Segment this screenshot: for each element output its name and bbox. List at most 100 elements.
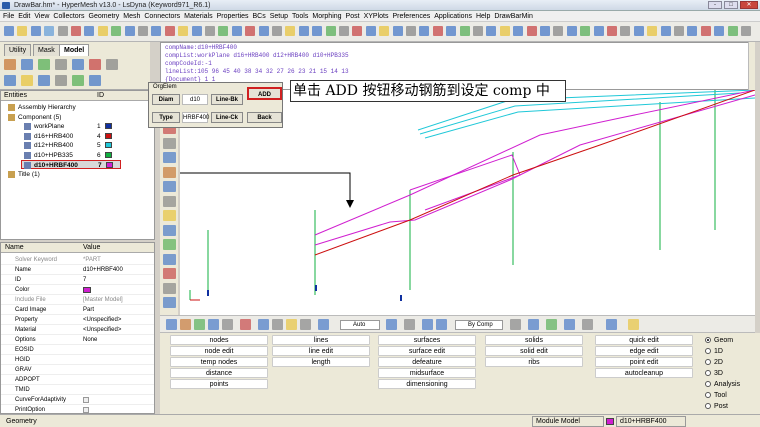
tab-utility[interactable]: Utility: [4, 44, 32, 56]
toolbar-tool-icon[interactable]: [419, 26, 430, 36]
view-tool-icon[interactable]: [163, 195, 176, 207]
page-radio-analysis[interactable]: Analysis: [705, 380, 740, 389]
view-tool-icon[interactable]: [163, 253, 176, 265]
view-tool-icon[interactable]: [163, 152, 176, 163]
maximize-button[interactable]: □: [724, 1, 738, 9]
tab-model[interactable]: Model: [59, 44, 90, 56]
display-tool-icon[interactable]: [436, 319, 447, 330]
display-tool-icon[interactable]: [180, 319, 191, 330]
menu-xyplots[interactable]: XYPlots: [364, 11, 393, 21]
toolbar-tool-icon[interactable]: [580, 26, 591, 36]
tree-item[interactable]: Assembly Hierarchy: [1, 103, 151, 112]
tab-mask[interactable]: Mask: [33, 44, 60, 56]
page-radio-2d[interactable]: 2D: [705, 358, 723, 367]
menu-post[interactable]: Post: [346, 11, 364, 21]
property-row[interactable]: Property <Unspecified>: [1, 315, 154, 325]
toolbar-tool-icon[interactable]: [57, 26, 68, 36]
view-tool-icon[interactable]: [163, 239, 176, 250]
page-radio-post[interactable]: Post: [705, 402, 728, 411]
property-row[interactable]: Color: [1, 285, 154, 295]
browser-tool-icon[interactable]: [89, 59, 101, 70]
toolbar-tool-icon[interactable]: [687, 26, 698, 36]
display-tool-icon[interactable]: [386, 319, 397, 330]
property-row[interactable]: Include File [Master Model]: [1, 295, 154, 305]
display-tool-icon[interactable]: [166, 319, 177, 330]
component-color-swatch[interactable]: [105, 123, 112, 129]
display-tool-icon[interactable]: [222, 319, 233, 330]
view-tool-icon[interactable]: [163, 137, 176, 149]
toolbar-tool-icon[interactable]: [473, 26, 483, 36]
browser-tool-icon[interactable]: [4, 59, 16, 70]
menu-bcs[interactable]: BCs: [252, 11, 269, 21]
toolbar-tool-icon[interactable]: [741, 26, 751, 36]
toolbar-tool-icon[interactable]: [660, 26, 671, 36]
display-tool-icon[interactable]: [194, 319, 205, 330]
browser-tool-icon[interactable]: [55, 59, 67, 70]
toolbar-tool-icon[interactable]: [446, 26, 457, 36]
tree-item[interactable]: workPlane 1: [1, 122, 151, 131]
menu-drawbarmin[interactable]: DrawBarMin: [494, 11, 537, 21]
toolbar-tool-icon[interactable]: [84, 26, 95, 36]
panel-distance-button[interactable]: distance: [170, 368, 268, 378]
tree-item[interactable]: Title (1): [1, 170, 151, 179]
browser-tool-icon[interactable]: [4, 75, 16, 86]
toolbar-tool-icon[interactable]: [124, 26, 135, 36]
property-row[interactable]: GRAV: [1, 365, 154, 375]
property-row[interactable]: EOSID: [1, 345, 154, 355]
browser-tool-icon[interactable]: [89, 75, 101, 86]
menu-edit[interactable]: Edit: [18, 11, 34, 21]
property-row[interactable]: TMID: [1, 385, 154, 395]
browser-tool-icon[interactable]: [38, 59, 50, 70]
display-tool-icon[interactable]: [258, 319, 269, 330]
browser-tool-icon[interactable]: [72, 59, 84, 70]
option-checkbox[interactable]: [83, 407, 89, 413]
panel-node-edit-button[interactable]: node edit: [170, 346, 268, 356]
toolbar-tool-icon[interactable]: [499, 26, 510, 36]
toolbar-tool-icon[interactable]: [245, 26, 256, 36]
display-tool-icon[interactable]: [628, 319, 639, 330]
panel-defeature-button[interactable]: defeature: [378, 357, 476, 367]
component-color-swatch[interactable]: [105, 142, 112, 148]
panel-length-button[interactable]: length: [272, 357, 370, 367]
toolbar-tool-icon[interactable]: [164, 26, 175, 36]
property-row[interactable]: Name d10+HRBF400: [1, 265, 154, 275]
panel-edge-edit-button[interactable]: edge edit: [595, 346, 693, 356]
toolbar-tool-icon[interactable]: [218, 26, 229, 36]
view-tool-icon[interactable]: [163, 210, 176, 221]
browser-tool-icon[interactable]: [55, 75, 67, 86]
view-tool-icon[interactable]: [163, 181, 176, 192]
page-radio-tool[interactable]: Tool: [705, 391, 727, 400]
command-scrollbar[interactable]: [748, 42, 755, 90]
display-tool-icon[interactable]: [422, 319, 433, 330]
toolbar-tool-icon[interactable]: [727, 26, 738, 36]
toolbar-tool-icon[interactable]: [352, 26, 363, 36]
panel-surface-edit-button[interactable]: surface edit: [378, 346, 476, 356]
display-tool-icon[interactable]: [564, 319, 575, 330]
toolbar-tool-icon[interactable]: [513, 26, 524, 36]
view-tool-icon[interactable]: [163, 282, 176, 294]
toolbar-tool-icon[interactable]: [459, 26, 470, 36]
browser-tool-icon[interactable]: [21, 59, 33, 70]
menu-help[interactable]: Help: [476, 11, 494, 21]
browser-tool-icon[interactable]: [21, 75, 33, 86]
browser-tool-icon[interactable]: [38, 75, 50, 86]
toolbar-tool-icon[interactable]: [178, 26, 189, 36]
toolbar-tool-icon[interactable]: [44, 26, 55, 36]
toolbar-tool-icon[interactable]: [30, 26, 41, 36]
property-row[interactable]: Material <Unspecified>: [1, 325, 154, 335]
menu-file[interactable]: File: [3, 11, 18, 21]
property-row[interactable]: ID 7: [1, 275, 154, 285]
panel-nodes-button[interactable]: nodes: [170, 335, 268, 345]
page-radio-3d[interactable]: 3D: [705, 369, 723, 378]
bycomp-select[interactable]: By Comp: [455, 320, 503, 330]
toolbar-tool-icon[interactable]: [17, 26, 28, 36]
page-radio-geom[interactable]: Geom: [705, 336, 733, 345]
display-tool-icon[interactable]: [546, 319, 557, 330]
browser-tool-icon[interactable]: [106, 59, 118, 70]
toolbar-tool-icon[interactable]: [700, 26, 711, 36]
toolbar-tool-icon[interactable]: [285, 26, 296, 36]
toolbar-tool-icon[interactable]: [339, 26, 349, 36]
menu-collectors[interactable]: Collectors: [53, 11, 88, 21]
panel-solid-edit-button[interactable]: solid edit: [485, 346, 583, 356]
toolbar-tool-icon[interactable]: [138, 26, 148, 36]
